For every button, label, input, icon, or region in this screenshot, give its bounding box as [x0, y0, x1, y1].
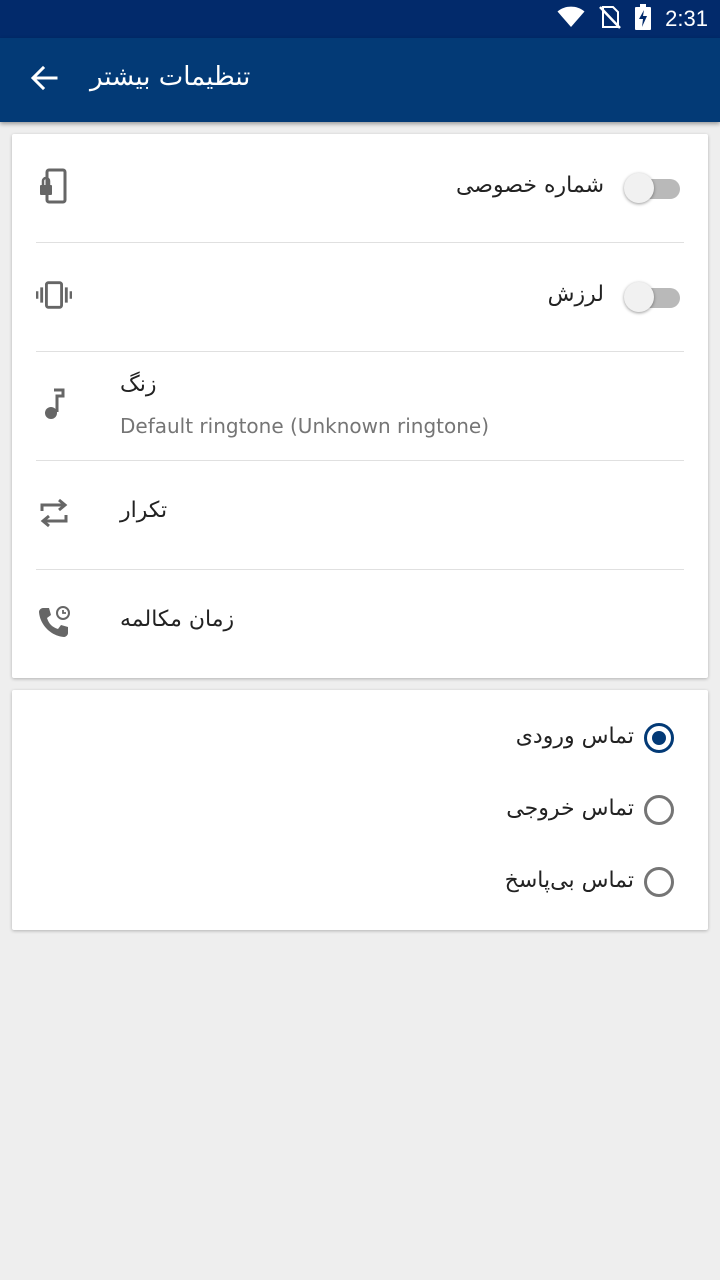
incoming-call-label: تماس ورودی: [515, 724, 634, 749]
back-button[interactable]: [22, 58, 66, 102]
outgoing-call-label: تماس خروجی: [506, 796, 634, 821]
radio-option-missed[interactable]: تماس بی‌پاسخ: [12, 846, 708, 918]
music-note-icon: [36, 384, 72, 424]
call-time-label: زمان مکالمه: [120, 607, 235, 632]
battery-charging-icon: [635, 4, 652, 34]
call-type-card: تماس ورودی تماس خروجی تماس بی‌پاسخ: [12, 690, 708, 930]
outgoing-call-radio[interactable]: [644, 795, 674, 825]
setting-repeat[interactable]: تکرار: [12, 461, 708, 570]
repeat-label: تکرار: [120, 498, 168, 523]
private-number-label: شماره خصوصی: [455, 173, 604, 198]
arrow-back-icon: [30, 64, 58, 96]
ringtone-value: Default ringtone (Unknown ringtone): [120, 414, 490, 438]
radio-option-outgoing[interactable]: تماس خروجی: [12, 774, 708, 846]
repeat-icon: [36, 493, 72, 533]
setting-vibration[interactable]: لرزش: [12, 243, 708, 352]
ringtone-label: زنگ: [120, 372, 157, 397]
app-bar: تنظیمات بیشتر: [0, 38, 720, 122]
incoming-call-radio[interactable]: [644, 723, 674, 753]
setting-private-number[interactable]: شماره خصوصی: [12, 134, 708, 243]
phone-lock-icon: [36, 166, 72, 206]
missed-call-radio[interactable]: [644, 867, 674, 897]
page-title: تنظیمات بیشتر: [90, 62, 251, 92]
vibration-toggle[interactable]: [624, 281, 680, 312]
private-number-toggle[interactable]: [624, 172, 680, 203]
status-bar: 2:31: [0, 0, 720, 38]
vibration-icon: [36, 275, 72, 315]
vibration-label: لرزش: [547, 282, 604, 307]
setting-ringtone[interactable]: زنگ Default ringtone (Unknown ringtone): [12, 352, 708, 461]
status-time: 2:31: [665, 6, 708, 31]
settings-card: شماره خصوصی لرزش زنگ Default ringtone (U…: [12, 134, 708, 678]
radio-option-incoming[interactable]: تماس ورودی: [12, 702, 708, 774]
setting-call-time[interactable]: زمان مکالمه: [12, 570, 708, 679]
phone-clock-icon: [36, 602, 72, 642]
no-sim-icon: [599, 5, 622, 33]
missed-call-label: تماس بی‌پاسخ: [504, 868, 634, 893]
status-icons: 2:31: [557, 0, 708, 38]
wifi-icon: [557, 6, 585, 32]
